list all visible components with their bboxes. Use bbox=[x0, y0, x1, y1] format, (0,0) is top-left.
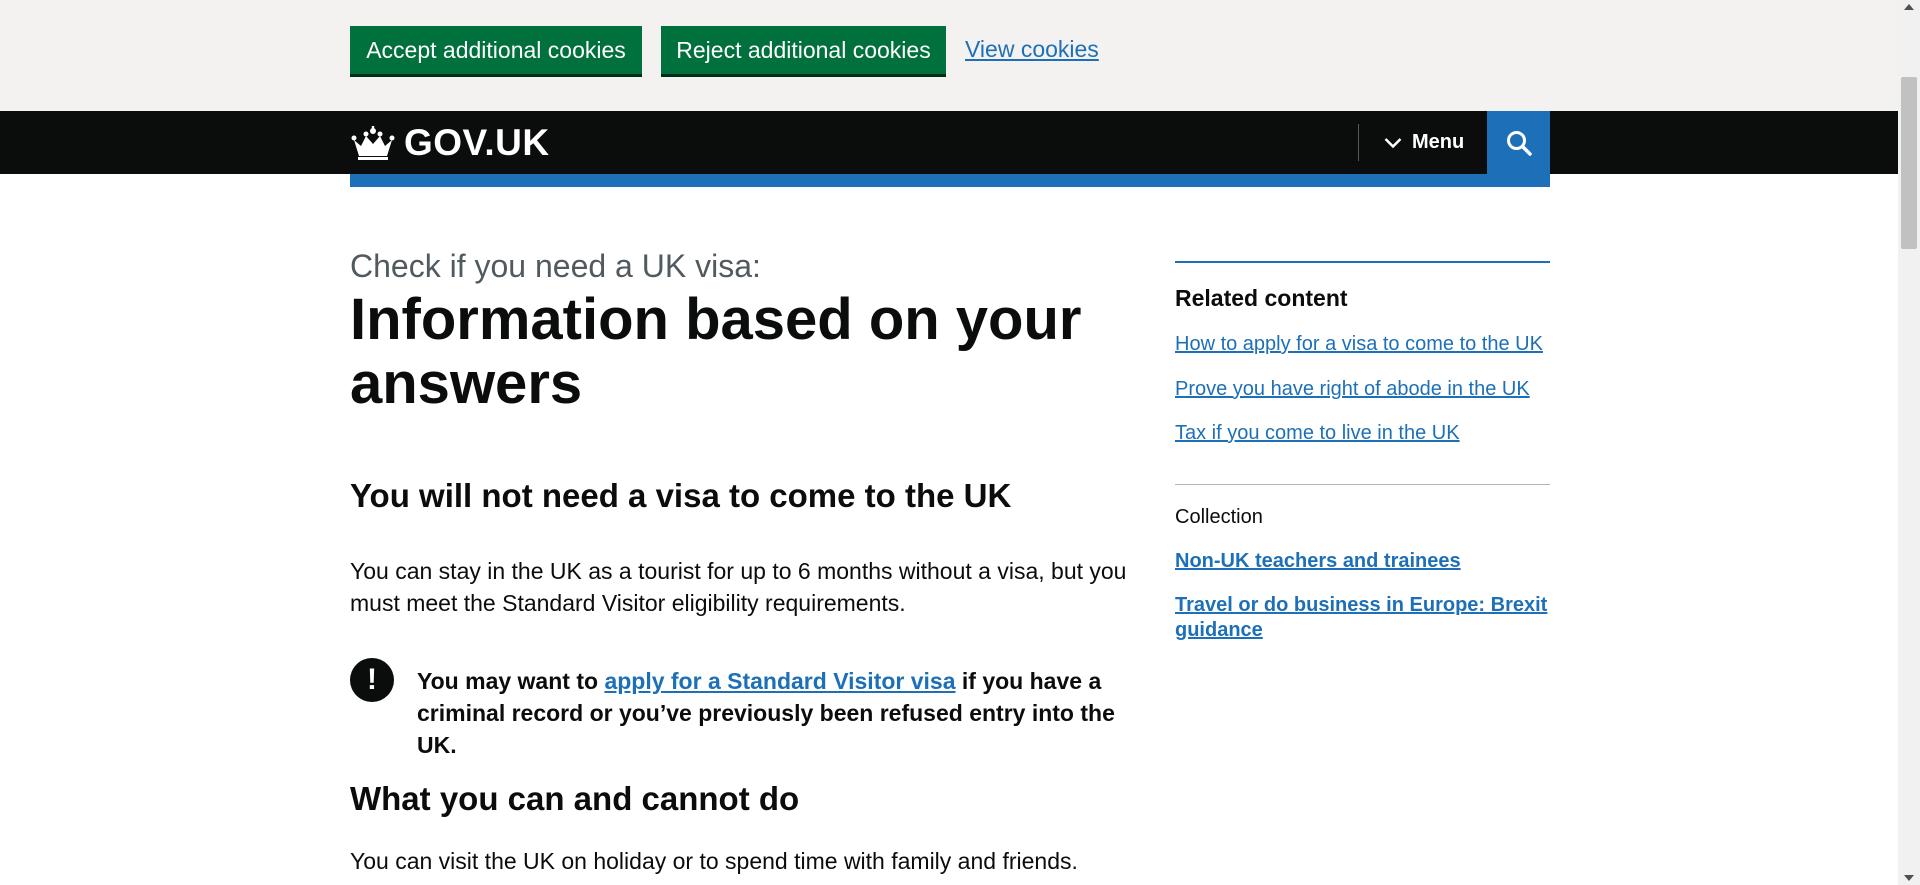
standard-visitor-visa-link[interactable]: apply for a Standard Visitor visa bbox=[604, 668, 955, 694]
scroll-up-arrow-icon[interactable] bbox=[1904, 4, 1914, 10]
sidebar-divider bbox=[1175, 484, 1550, 485]
warning-text-before: You may want to bbox=[417, 668, 605, 694]
menu-label: Menu bbox=[1412, 131, 1465, 153]
page-title: Information based on your answers bbox=[350, 287, 1082, 416]
site-header: GOV.UK Menu bbox=[0, 111, 1898, 174]
header-divider bbox=[1358, 124, 1359, 161]
page-caption: Check if you need a UK visa: bbox=[350, 248, 761, 284]
heading-visa: You will not need a visa to come to the … bbox=[350, 477, 1012, 514]
scrollbar-thumb[interactable] bbox=[1901, 77, 1917, 249]
warning-text: You may want to apply for a Standard Vis… bbox=[417, 665, 1147, 761]
related-content-heading: Related content bbox=[1175, 285, 1348, 311]
collection-link-teachers[interactable]: Non-UK teachers and trainees bbox=[1175, 549, 1550, 574]
logo-text: GOV.UK bbox=[404, 122, 550, 163]
govuk-logo-link[interactable]: GOV.UK bbox=[350, 122, 550, 163]
accept-cookies-button[interactable]: Accept additional cookies bbox=[350, 26, 642, 74]
related-content-sidebar: Related content How to apply for a visa … bbox=[1175, 261, 1550, 641]
warning-icon: ! bbox=[350, 658, 394, 702]
tourist-paragraph: You can stay in the UK as a tourist for … bbox=[350, 558, 1127, 616]
header-blue-bar bbox=[350, 174, 1550, 187]
heading-what-you-can-do: What you can and cannot do bbox=[350, 780, 800, 817]
collection-link-brexit[interactable]: Travel or do business in Europe: Brexit … bbox=[1175, 593, 1550, 643]
crown-icon bbox=[351, 126, 395, 160]
related-link-right-of-abode[interactable]: Prove you have right of abode in the UK bbox=[1175, 378, 1530, 401]
chevron-down-icon bbox=[1384, 137, 1402, 148]
related-link-tax[interactable]: Tax if you come to live in the UK bbox=[1175, 422, 1460, 445]
holiday-paragraph: You can visit the UK on holiday or to sp… bbox=[350, 848, 1078, 874]
menu-button[interactable]: Menu bbox=[1374, 111, 1486, 174]
search-icon bbox=[1506, 130, 1532, 156]
scroll-down-arrow-icon[interactable] bbox=[1904, 875, 1914, 881]
view-cookies-link[interactable]: View cookies bbox=[965, 36, 1099, 63]
page-scrollbar[interactable] bbox=[1898, 0, 1920, 885]
collection-label: Collection bbox=[1175, 506, 1263, 528]
search-button[interactable] bbox=[1487, 111, 1550, 174]
related-link-apply-visa[interactable]: How to apply for a visa to come to the U… bbox=[1175, 333, 1543, 356]
cookie-banner: Accept additional cookies Reject additio… bbox=[0, 0, 1898, 111]
reject-cookies-button[interactable]: Reject additional cookies bbox=[661, 26, 946, 74]
